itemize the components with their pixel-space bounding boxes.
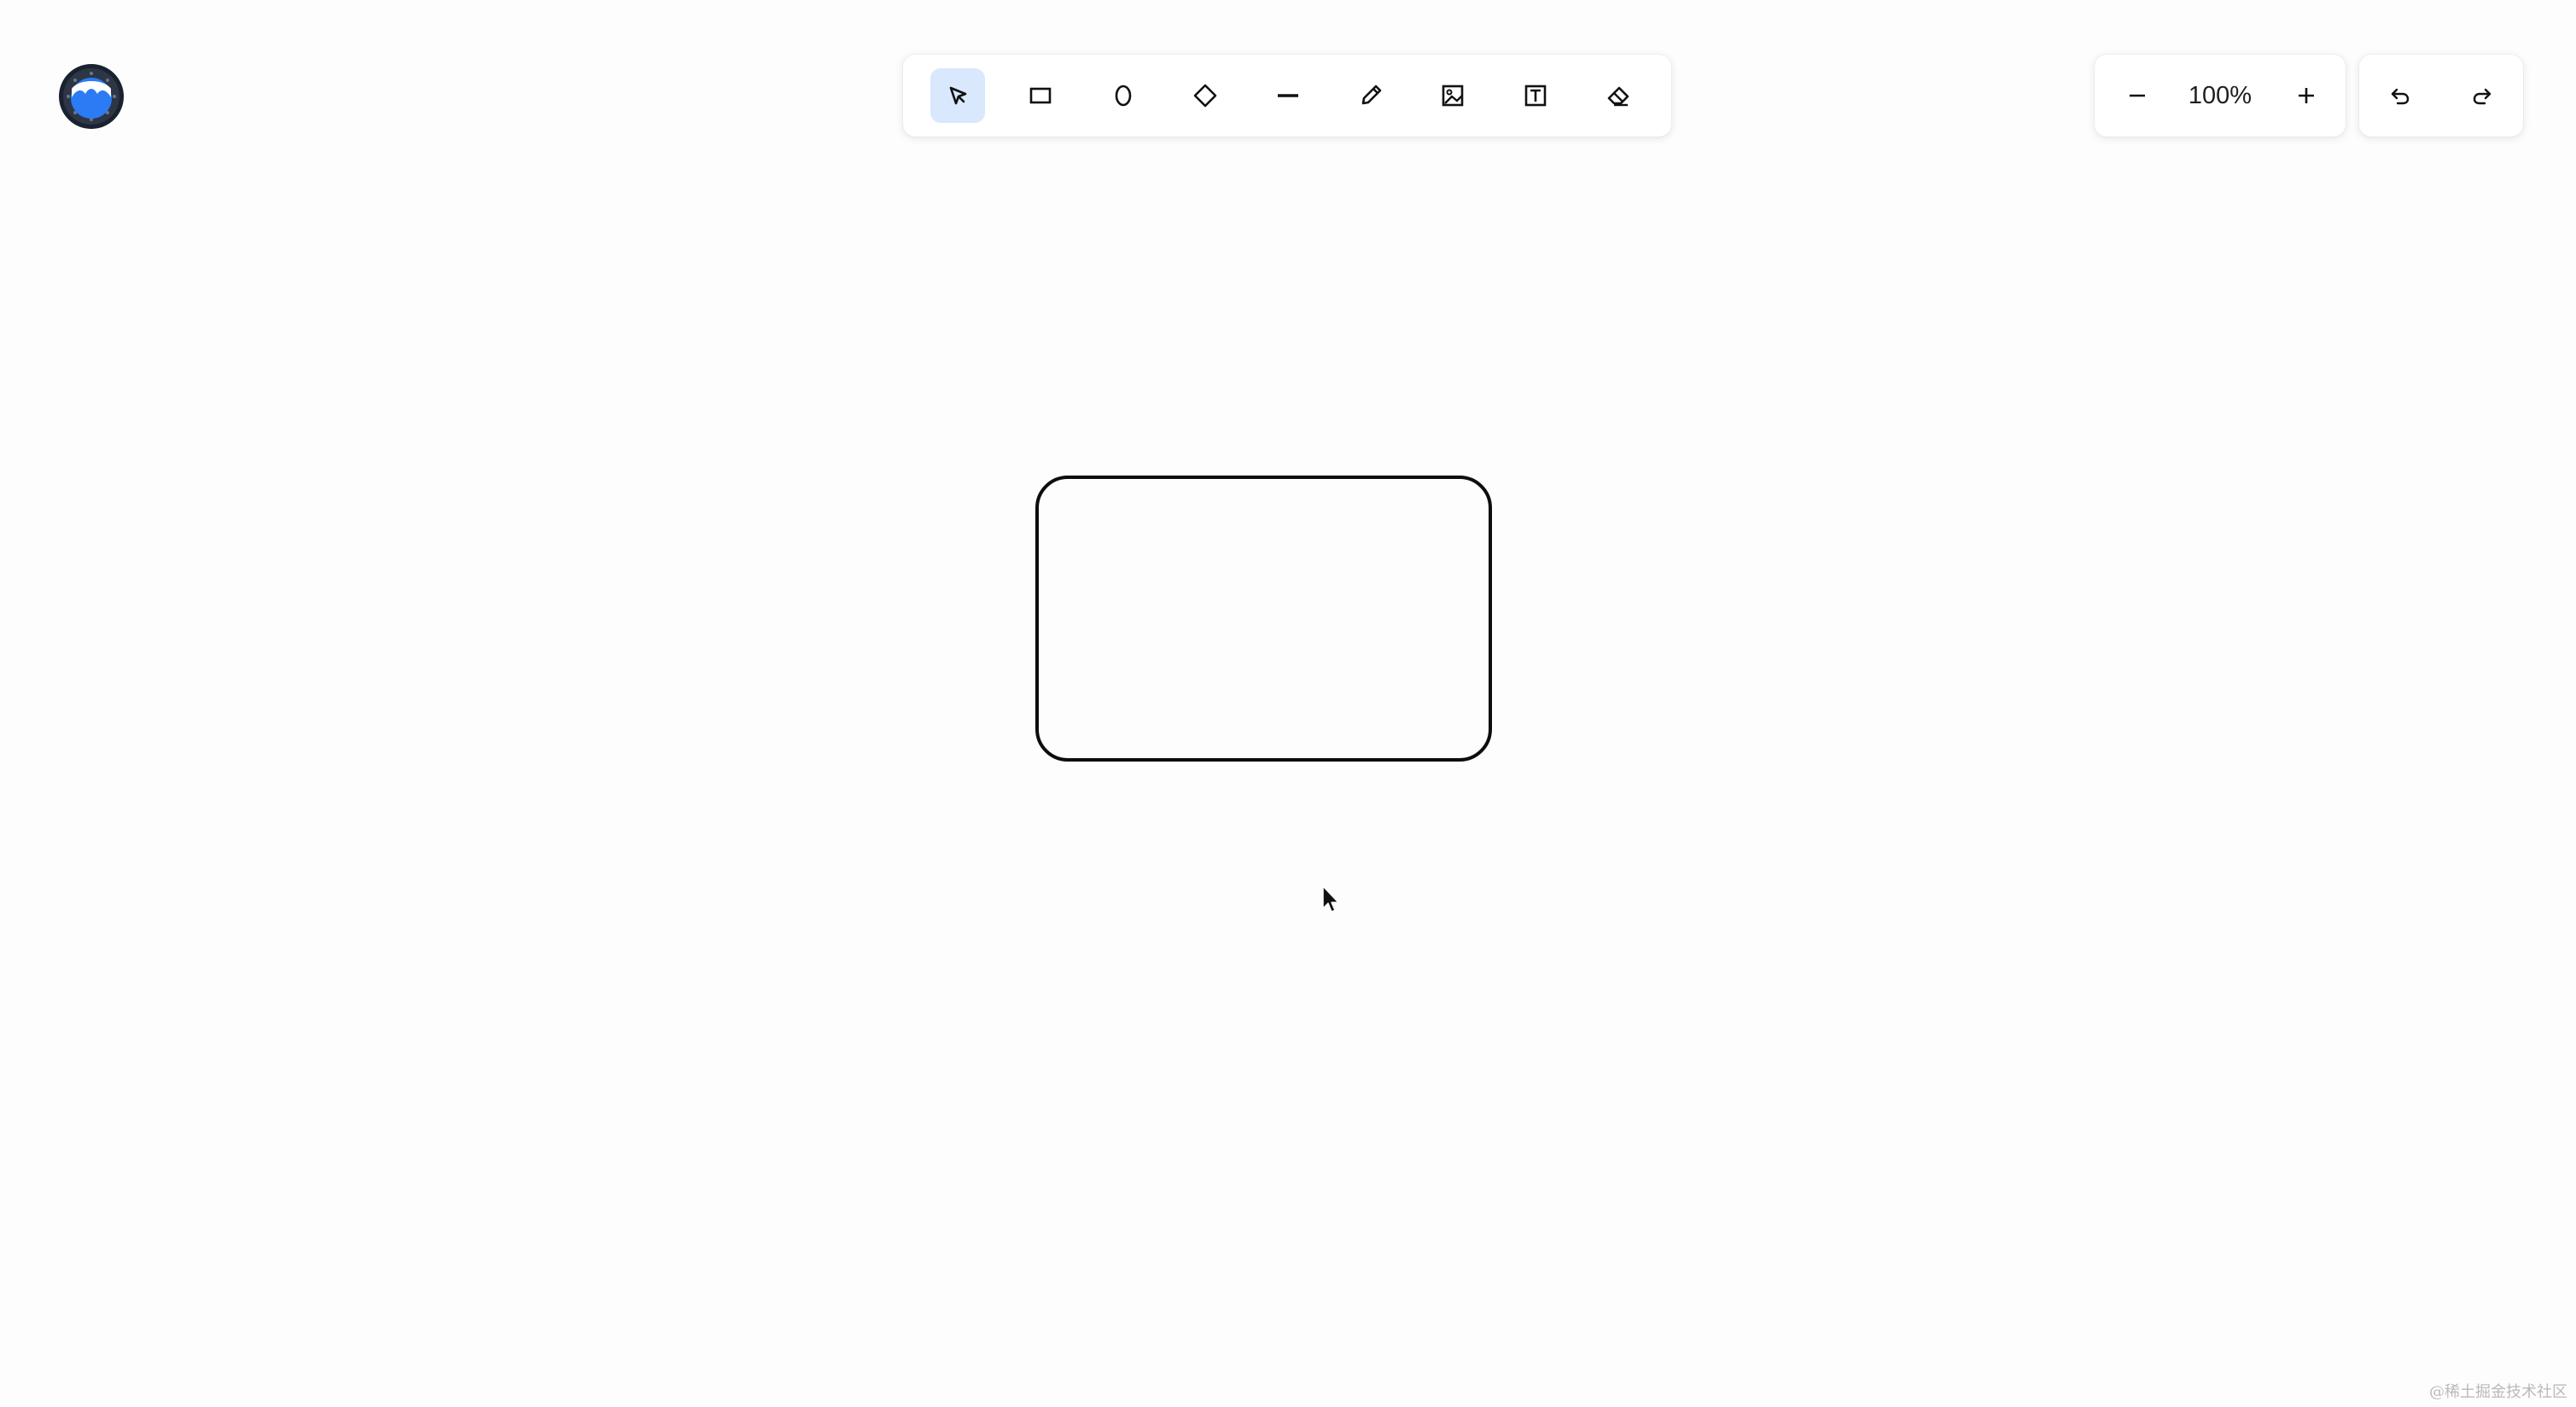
tool-diamond-button[interactable] xyxy=(1178,68,1233,123)
tool-text-button[interactable] xyxy=(1508,68,1563,123)
drawing-canvas[interactable]: 100% @稀土掘金技术社区 xyxy=(0,0,2576,1407)
tool-image-button[interactable] xyxy=(1425,68,1480,123)
rectangle-icon xyxy=(1029,87,1052,104)
tool-line-button[interactable] xyxy=(1261,68,1315,123)
text-icon xyxy=(1524,85,1547,107)
diamond-icon xyxy=(1193,84,1217,108)
tool-select-button[interactable] xyxy=(930,68,985,123)
zoom-in-button[interactable] xyxy=(2279,68,2334,123)
undo-button[interactable] xyxy=(2373,68,2427,123)
canvas-rounded-rectangle[interactable] xyxy=(1035,476,1492,762)
redo-icon xyxy=(2473,88,2491,105)
pointer-arrow-icon xyxy=(949,86,967,105)
redo-button[interactable] xyxy=(2455,68,2509,123)
image-icon xyxy=(1442,85,1464,107)
undo-icon xyxy=(2391,88,2410,105)
watermark: @稀土掘金技术社区 xyxy=(2429,1383,2567,1401)
zoom-panel: 100% xyxy=(2095,55,2346,137)
app-logo-icon xyxy=(58,63,125,130)
tool-rectangle-button[interactable] xyxy=(1013,68,1068,123)
mouse-cursor-icon xyxy=(1321,884,1342,915)
line-icon xyxy=(1278,94,1298,97)
eraser-icon xyxy=(1607,86,1629,107)
tool-pencil-button[interactable] xyxy=(1343,68,1398,123)
tool-ellipse-button[interactable] xyxy=(1096,68,1151,123)
pencil-icon xyxy=(1361,85,1382,105)
minus-icon xyxy=(2130,94,2145,97)
tool-eraser-button[interactable] xyxy=(1591,68,1646,123)
tool-bar xyxy=(903,55,1671,137)
zoom-level[interactable]: 100% xyxy=(2173,55,2267,137)
ellipse-icon xyxy=(1115,85,1132,107)
zoom-out-button[interactable] xyxy=(2110,68,2165,123)
plus-icon xyxy=(2299,88,2314,103)
history-panel xyxy=(2359,55,2523,137)
